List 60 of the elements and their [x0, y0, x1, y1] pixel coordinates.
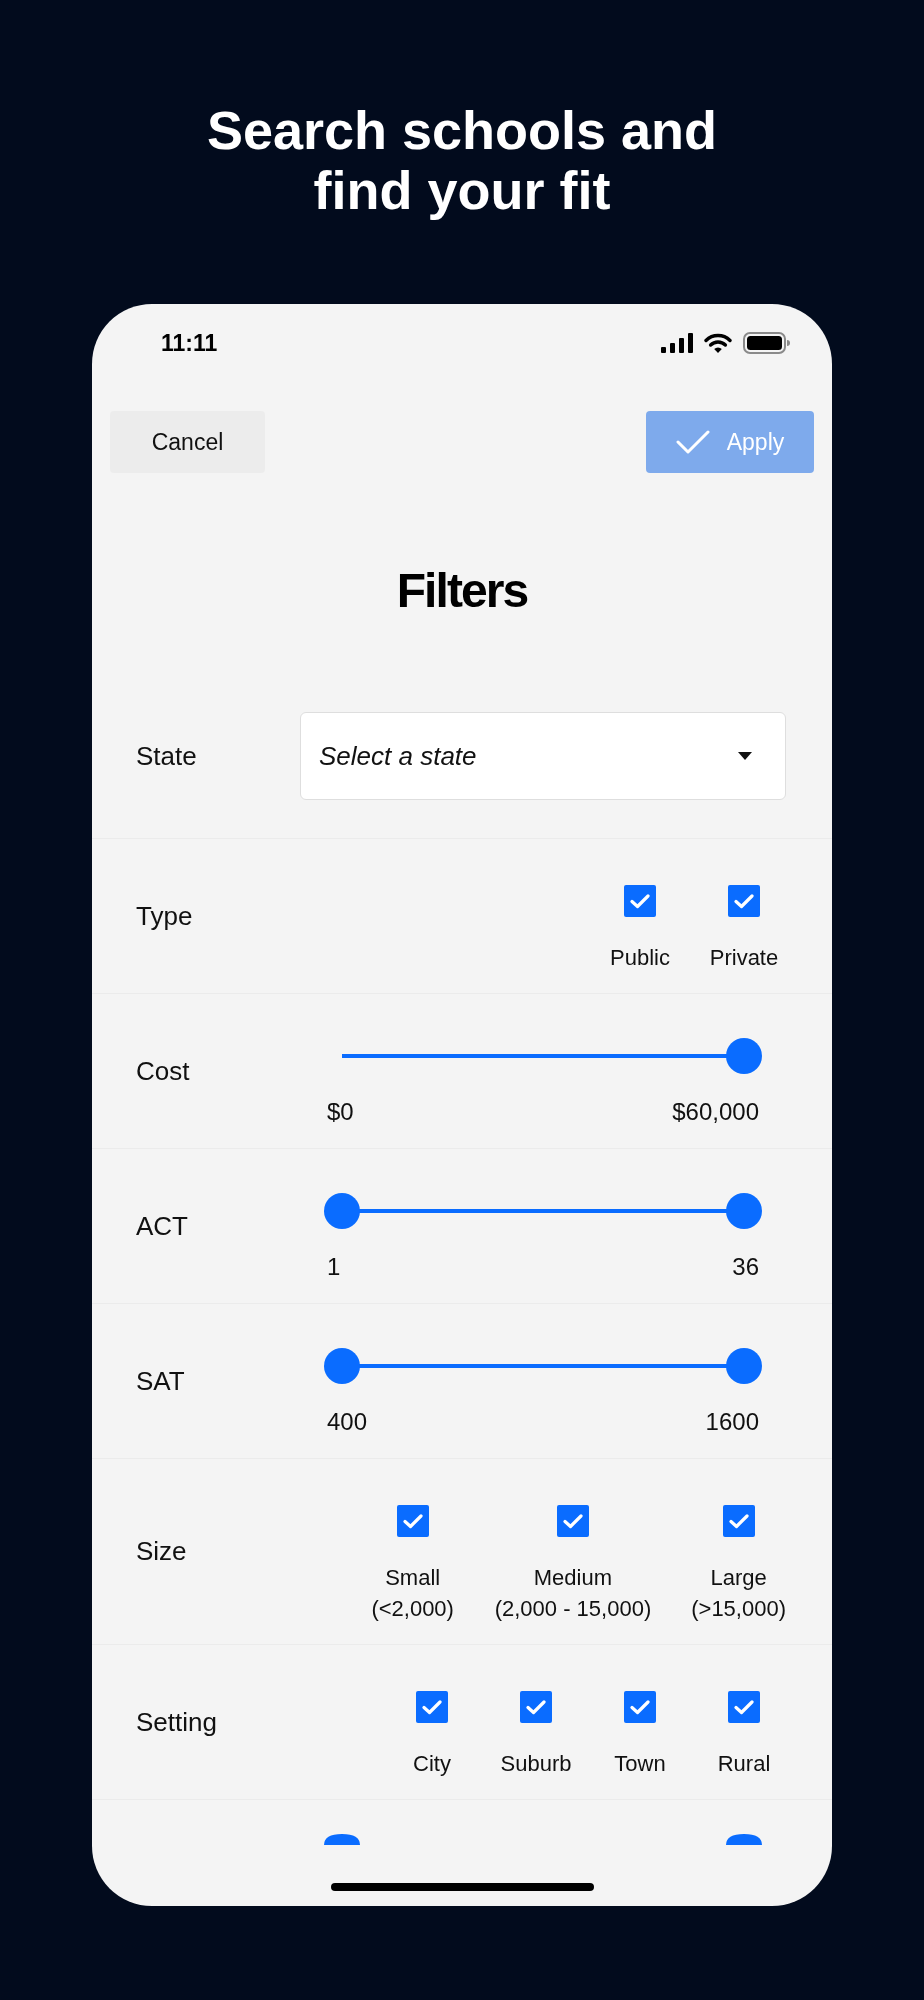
- filter-label: Cost: [136, 1054, 190, 1088]
- filter-label: Type: [136, 899, 193, 933]
- screen-title: Filters: [395, 563, 529, 619]
- slider-thumb[interactable]: [324, 1193, 360, 1229]
- option-label: City: [413, 1750, 451, 1778]
- slider-thumb[interactable]: [324, 1834, 360, 1845]
- option-label: Town: [614, 1750, 666, 1778]
- checkbox[interactable]: [722, 1505, 755, 1537]
- slider-thumb[interactable]: [726, 1038, 762, 1074]
- slider-thumb[interactable]: [726, 1348, 762, 1384]
- filter-label: Setting: [136, 1705, 217, 1739]
- check-icon: [630, 893, 650, 909]
- headline: Search schools and find your fit: [205, 100, 719, 220]
- slider-track[interactable]: [324, 1348, 762, 1384]
- slider-max-label: 36: [732, 1252, 759, 1282]
- signal-icon: [661, 333, 693, 353]
- check-icon: [402, 1513, 423, 1529]
- filter-label: ACT: [136, 1209, 188, 1243]
- slider-thumb[interactable]: [324, 1348, 360, 1384]
- checkbox[interactable]: [624, 885, 656, 917]
- slider-max-label: 1600: [705, 1407, 759, 1437]
- state-dropdown[interactable]: Select a state: [300, 712, 786, 800]
- slider-min-label: 1: [327, 1252, 341, 1282]
- filter-label: SAT: [136, 1364, 185, 1398]
- slider-thumb[interactable]: [726, 1834, 762, 1845]
- checkbox[interactable]: [728, 1691, 760, 1723]
- option-label: Medium (2,000 - 15,000): [494, 1564, 652, 1623]
- option-label: Small (<2,000): [371, 1564, 454, 1623]
- checkbox[interactable]: [416, 1691, 448, 1723]
- checkbox[interactable]: [624, 1691, 656, 1723]
- slider-track[interactable]: [324, 1834, 762, 1845]
- checkbox[interactable]: [520, 1691, 552, 1723]
- checkbox[interactable]: [728, 885, 760, 917]
- slider-thumb[interactable]: [726, 1193, 762, 1229]
- option-label: Suburb: [500, 1750, 572, 1778]
- check-icon: [734, 893, 754, 909]
- check-icon: [728, 1513, 749, 1529]
- check-icon: [422, 1699, 442, 1715]
- battery-icon: [743, 332, 790, 354]
- caret-icon: [738, 752, 752, 760]
- checkbox[interactable]: [396, 1505, 429, 1537]
- slider-track[interactable]: [324, 1193, 762, 1229]
- slider-max-label: $60,000: [672, 1097, 759, 1127]
- check-icon: [734, 1699, 754, 1715]
- option-label: Large (>15,000): [691, 1564, 786, 1623]
- cancel-button[interactable]: Cancel: [110, 411, 265, 473]
- filter-label: Size: [136, 1535, 187, 1568]
- checkbox[interactable]: [556, 1505, 589, 1537]
- slider-min-label: $0: [327, 1097, 354, 1127]
- check-icon: [630, 1699, 650, 1715]
- check-icon: [562, 1513, 583, 1529]
- option-label: Private: [709, 944, 779, 972]
- check-icon: [675, 430, 710, 454]
- wifi-icon: [704, 333, 732, 353]
- filter-label: State: [136, 739, 197, 773]
- slider-min-label: 400: [327, 1407, 368, 1437]
- status-time: 11:11: [161, 328, 218, 358]
- check-icon: [526, 1699, 546, 1715]
- option-label: Public: [610, 944, 670, 972]
- option-label: Rural: [717, 1750, 771, 1778]
